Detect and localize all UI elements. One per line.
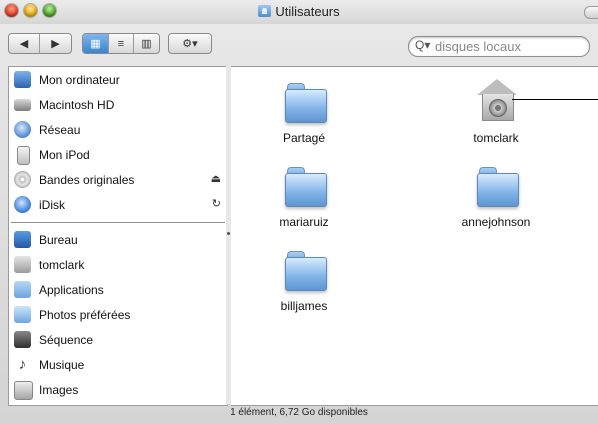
applications-icon <box>14 281 31 298</box>
home-folder-icon <box>477 79 517 121</box>
action-menu-button[interactable]: ⚙▾ <box>169 34 211 53</box>
callout-line <box>512 99 598 100</box>
folder-icon <box>14 306 31 323</box>
sidebar-item-label: Macintosh HD <box>39 98 115 112</box>
sidebar-item-label: tomclark <box>39 258 85 272</box>
list-view-icon: ≡ <box>117 37 125 50</box>
file-item-label: annejohnson <box>461 215 531 229</box>
window-title: Utilisateurs <box>275 4 340 19</box>
users-folder-icon <box>258 5 272 17</box>
sync-icon[interactable]: ↻ <box>212 197 221 210</box>
hard-disk-icon <box>14 99 31 111</box>
file-item-label: mariaruiz <box>279 215 329 229</box>
splitter-handle-icon <box>227 232 230 235</box>
file-item-tomclark[interactable]: tomclark <box>441 75 551 153</box>
sidebar-item-label: Séquence <box>39 333 94 347</box>
home-icon <box>14 256 31 273</box>
file-item-mariaruiz[interactable]: mariaruiz <box>249 159 359 237</box>
sidebar: Mon ordinateur Macintosh HD Réseau Mon i… <box>8 66 228 406</box>
sidebar-item-applications[interactable]: Applications <box>9 279 227 301</box>
sidebar-item-tomclark[interactable]: tomclark <box>9 254 227 276</box>
back-button[interactable]: ◀ <box>9 34 40 53</box>
sidebar-item-reseau[interactable]: Réseau <box>9 119 227 141</box>
sidebar-item-label: iDisk <box>39 198 65 212</box>
file-item-partage[interactable]: Partagé <box>249 75 359 153</box>
sidebar-item-photos-preferees[interactable]: Photos préférées <box>9 304 227 326</box>
forward-arrow-icon: ▶ <box>51 38 60 50</box>
sidebar-item-macintosh-hd[interactable]: Macintosh HD <box>9 94 227 116</box>
status-bar: 1 élément, 6,72 Go disponibles <box>230 407 368 418</box>
sidebar-item-label: Applications <box>39 283 104 297</box>
sidebar-item-label: Mon iPod <box>39 148 90 162</box>
idisk-icon <box>14 196 31 213</box>
sidebar-item-idisk[interactable]: iDisk ↻ <box>9 194 227 216</box>
sidebar-item-label: Mon ordinateur <box>39 73 120 87</box>
forward-button[interactable]: ▶ <box>40 34 71 53</box>
gear-icon: ⚙▾ <box>182 38 198 50</box>
movies-icon <box>14 331 31 348</box>
view-mode-buttons: ▦ ≡ ▥ <box>82 33 160 54</box>
navigation-buttons: ◀ ▶ <box>8 33 72 54</box>
sidebar-item-label: Musique <box>39 358 85 372</box>
sidebar-item-bureau[interactable]: Bureau <box>9 229 227 251</box>
sidebar-item-label: Images <box>39 383 79 397</box>
icon-view-icon: ▦ <box>90 38 101 50</box>
ipod-icon <box>17 146 30 165</box>
window-title-wrap: Utilisateurs <box>0 4 598 19</box>
sidebar-divider <box>11 222 225 223</box>
network-icon <box>14 121 31 138</box>
desktop-icon <box>14 231 31 248</box>
search-icon[interactable]: Q▾ <box>415 38 430 52</box>
folder-icon <box>477 167 519 207</box>
sidebar-item-musique[interactable]: ♪ Musique <box>9 354 227 376</box>
computer-icon <box>14 71 31 88</box>
action-menu: ⚙▾ <box>168 33 212 54</box>
pictures-icon <box>14 381 33 400</box>
sidebar-item-bandes-originales[interactable]: Bandes originales ⏏ <box>9 169 227 191</box>
file-item-label: Partagé <box>282 131 326 145</box>
music-icon: ♪ <box>18 356 27 373</box>
search-placeholder: disques locaux <box>435 39 521 54</box>
sidebar-item-sequence[interactable]: Séquence <box>9 329 227 351</box>
folder-icon <box>285 251 327 291</box>
file-item-billjames[interactable]: billjames <box>249 243 359 321</box>
file-item-annejohnson[interactable]: annejohnson <box>441 159 551 237</box>
toolbar-toggle-button[interactable] <box>584 6 598 19</box>
sidebar-item-images[interactable]: Images <box>9 379 227 401</box>
file-browser-pane[interactable]: Partagé tomclark mariaruiz annejohnson b… <box>231 66 598 406</box>
column-view-button[interactable]: ▥ <box>134 34 159 53</box>
icon-view-button[interactable]: ▦ <box>83 34 109 53</box>
sidebar-item-label: Bureau <box>39 233 78 247</box>
sidebar-item-mon-ordinateur[interactable]: Mon ordinateur <box>9 69 227 91</box>
sidebar-item-label: Réseau <box>39 123 81 137</box>
file-item-label: billjames <box>280 299 328 313</box>
sidebar-item-mon-ipod[interactable]: Mon iPod <box>9 144 227 166</box>
title-bar[interactable]: Utilisateurs <box>0 0 598 24</box>
search-field[interactable]: Q▾ disques locaux <box>408 36 590 57</box>
folder-icon <box>285 167 327 207</box>
column-view-icon: ▥ <box>141 38 152 50</box>
eject-icon[interactable]: ⏏ <box>211 172 221 185</box>
file-item-label: tomclark <box>473 131 519 145</box>
sidebar-item-label: Bandes originales <box>39 173 135 187</box>
back-arrow-icon: ◀ <box>19 38 29 50</box>
cd-icon <box>14 171 31 188</box>
finder-window: Utilisateurs ◀ ▶ ▦ ≡ ▥ ⚙▾ Q▾ disques loc… <box>0 0 598 424</box>
folder-icon <box>285 83 327 123</box>
list-view-button[interactable]: ≡ <box>109 34 134 53</box>
sidebar-item-label: Photos préférées <box>39 308 131 322</box>
